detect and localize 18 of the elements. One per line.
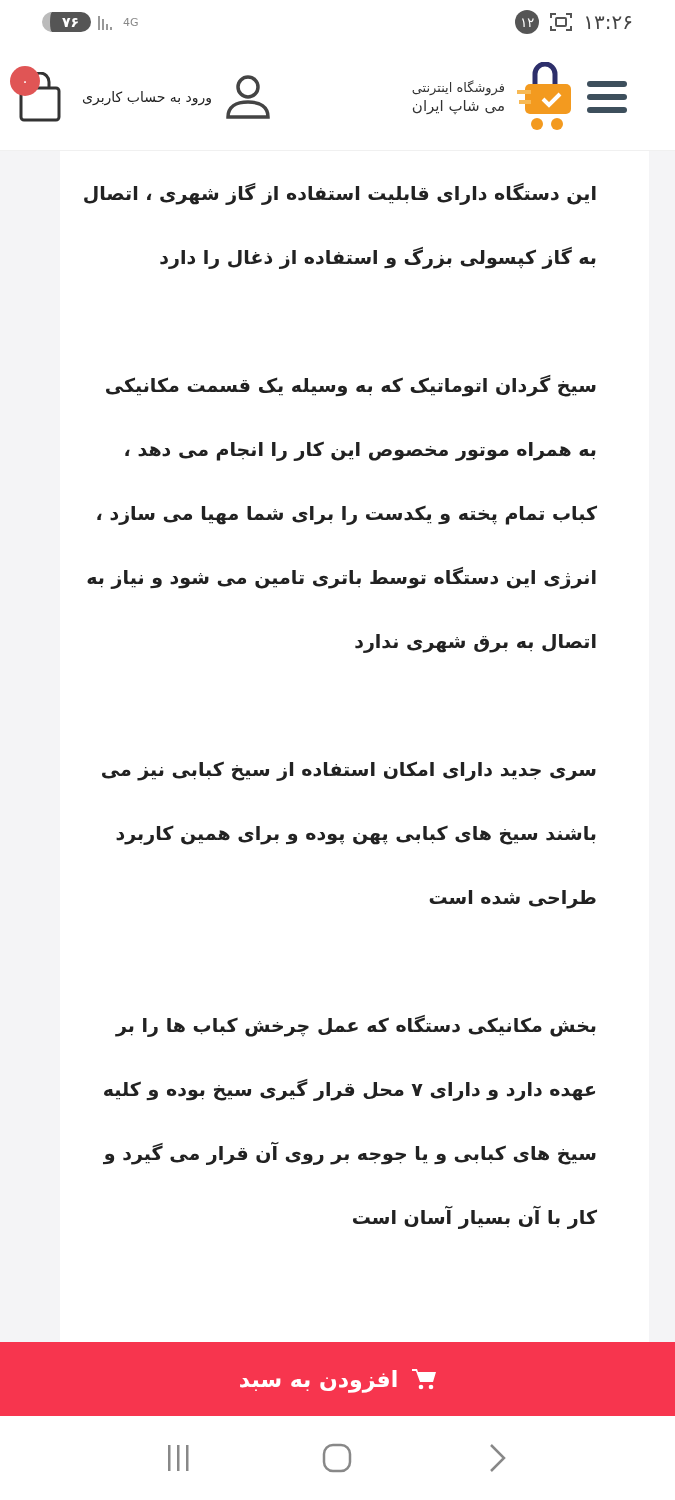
screenshot-icon <box>549 11 574 33</box>
notification-badge: ۱۲ <box>515 10 540 34</box>
cart-count-badge: ۰ <box>10 66 40 96</box>
home-icon[interactable] <box>322 1443 353 1473</box>
store-subtitle: فروشگاه اینترنتی <box>411 79 505 95</box>
description-paragraph: این دستگاه دارای قابلیت استفاده از گاز شهری ، اتصال به گاز کپسولی بزرگ و استفاده از ذغال را دارد <box>82 181 597 271</box>
login-link[interactable]: ورود به حساب کاربری <box>82 89 213 105</box>
description-paragraph: سیخ گردان اتوماتیک که به وسیله یک قسمت مکانیکی به همراه موتور مخصوص این کار را انجام می دهد ، کباب تمام پخته و یکدست را برای شما مهیا می سازد ، انرژی این دستگاه توسط باتری تامین می شود و نیاز به اتصال به برق شهری ندارد <box>85 373 597 655</box>
network-type: 4G <box>123 15 139 29</box>
store-name: می شاپ ایران <box>411 96 505 115</box>
description-paragraph: سری جدید دارای امکان استفاده از سیخ کبابی نیز می باشند سیخ های کبابی پهن پوده و برای همین کاربرد طراحی شده است <box>99 757 597 911</box>
cart-logo-icon <box>517 62 573 132</box>
cart-icon <box>412 1368 437 1390</box>
user-icon[interactable] <box>224 73 273 121</box>
battery-indicator: ۷۶ <box>42 12 92 32</box>
add-to-cart-button[interactable]: افزودن به سبد <box>0 1342 675 1416</box>
description-paragraph: بخش مکانیکی دستگاه که عمل چرخش کباب ها را بر عهده دارد و دارای ۷ محل قرار گیری سیخ بوده و کلیه سیخ های کبابی و یا جوجه بر روی آن قرار می گیرد و کار با آن بسیار آسان است <box>101 1013 597 1231</box>
clock: ۱۳:۲۶ <box>583 10 633 34</box>
